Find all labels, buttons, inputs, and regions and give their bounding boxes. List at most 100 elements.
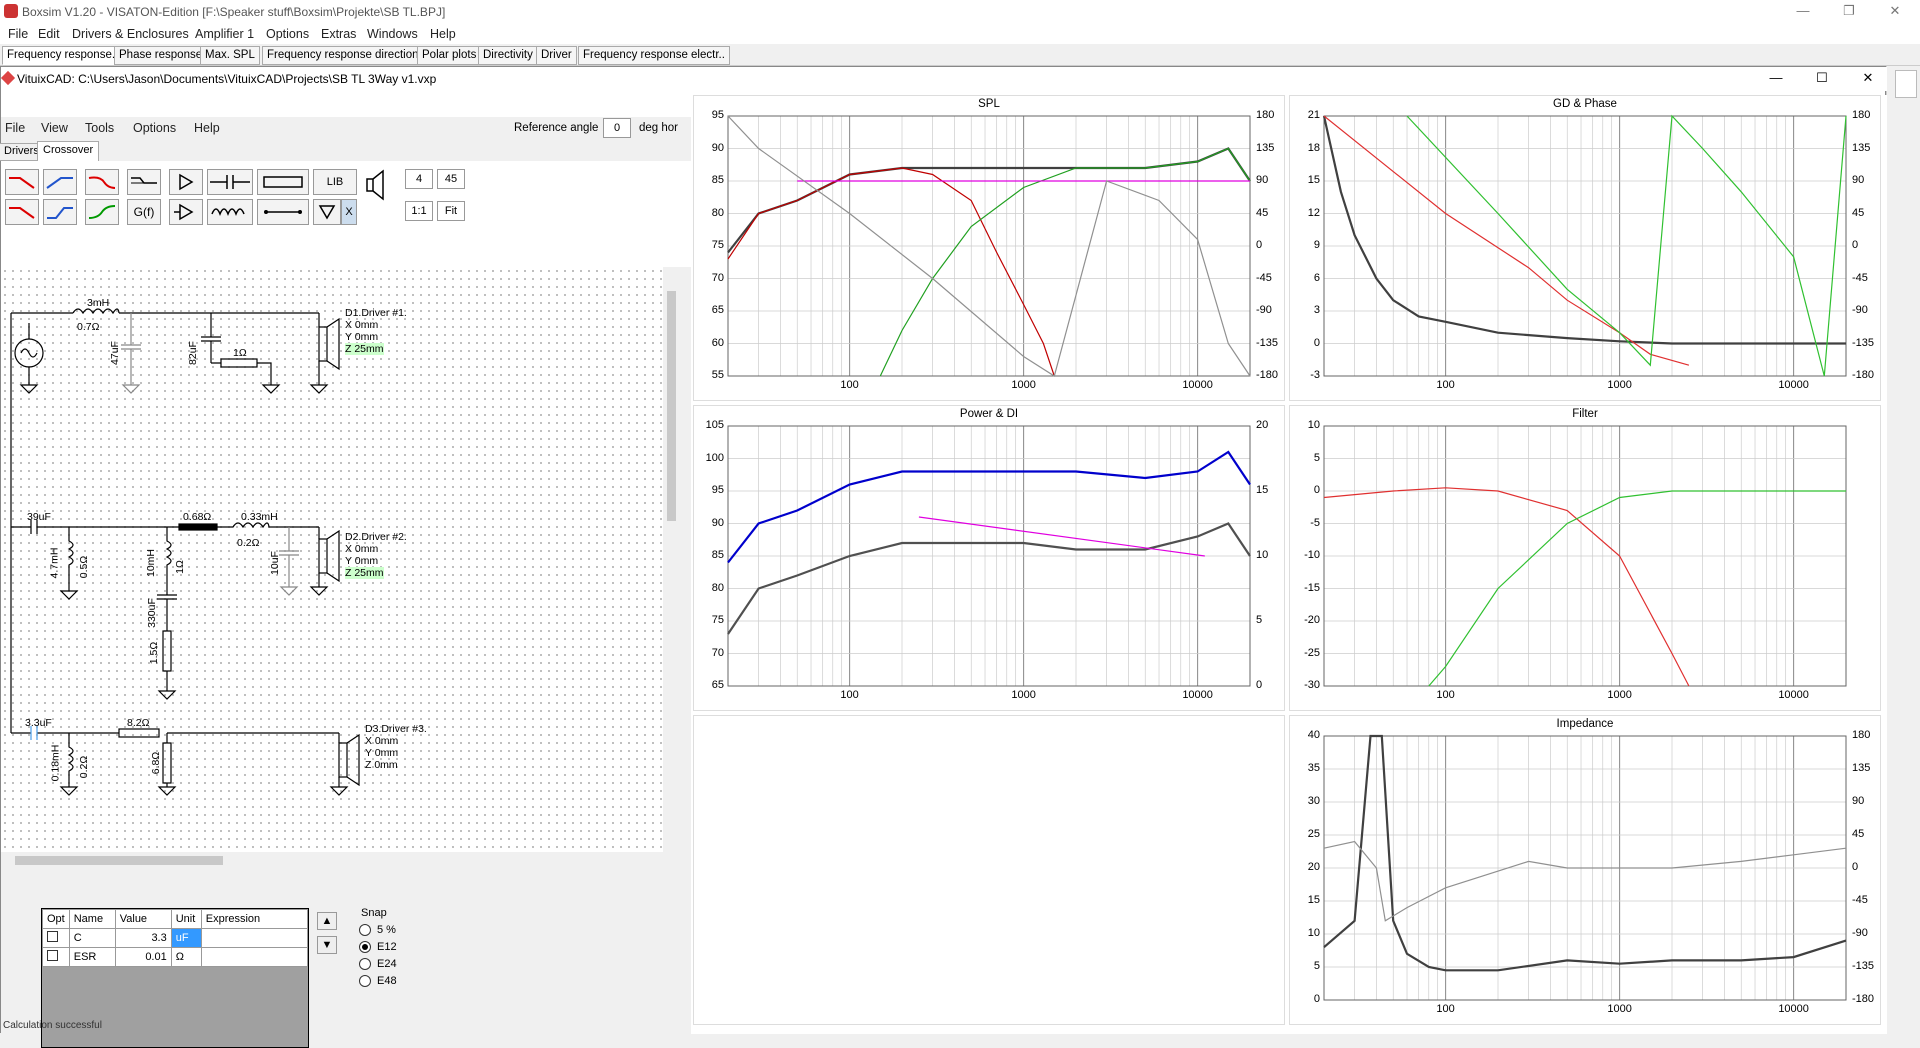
label-c3[interactable]: 39uF bbox=[27, 511, 51, 523]
vx-menu-options[interactable]: Options bbox=[133, 121, 176, 135]
driver-3-label[interactable]: D3.Driver #3. X 0mm Y 0mm Z 0mm bbox=[365, 723, 427, 771]
label-r5[interactable]: 0.5Ω bbox=[78, 556, 90, 578]
spl-chart[interactable]: SPL 100 1000 10000 95 90 85 80 75 70 65 60 55 180 135 9… bbox=[693, 95, 1285, 401]
schematic-vertical-scrollbar[interactable] bbox=[663, 267, 679, 852]
label-c6[interactable]: 3.3uF bbox=[25, 717, 52, 729]
wire-icon[interactable] bbox=[257, 199, 309, 225]
lowpass-red-2-icon[interactable] bbox=[5, 199, 39, 225]
menu-help[interactable]: Help bbox=[430, 27, 456, 41]
menu-drivers-enclosures[interactable]: Drivers & Enclosures bbox=[72, 27, 189, 41]
ground-icon[interactable] bbox=[313, 199, 341, 225]
param-expression[interactable] bbox=[200, 928, 309, 948]
opt-checkbox[interactable] bbox=[42, 928, 70, 948]
label-c4[interactable]: 10uF bbox=[269, 551, 281, 575]
label-r3[interactable]: 0.68Ω bbox=[183, 511, 211, 523]
tab-directivity[interactable]: Directivity bbox=[478, 46, 538, 65]
arrow-up-icon[interactable]: ▲ bbox=[317, 912, 337, 930]
vx-menu-tools[interactable]: Tools bbox=[85, 121, 114, 135]
tab-phase-response[interactable]: Phase response bbox=[114, 46, 208, 65]
resistor-icon[interactable] bbox=[257, 169, 309, 195]
driver-icon[interactable] bbox=[363, 167, 389, 203]
gd-phase-chart[interactable]: GD & Phase 100 1000 10000 21 18 15 12 9 6 3 0 -3 180 1… bbox=[1289, 95, 1881, 401]
label-r2[interactable]: 1Ω bbox=[233, 347, 247, 359]
menu-windows[interactable]: Windows bbox=[367, 27, 418, 41]
radio-icon[interactable] bbox=[359, 924, 371, 936]
library-button[interactable]: LIB bbox=[313, 169, 357, 195]
tab-frequency-response-electr[interactable]: Frequency response electr.. bbox=[578, 46, 730, 65]
vx-menu-file[interactable]: File bbox=[5, 121, 25, 135]
schematic-horizontal-scrollbar[interactable] bbox=[1, 852, 663, 868]
param-unit[interactable]: Ω bbox=[170, 947, 202, 967]
label-l5[interactable]: 0.18mH bbox=[49, 745, 61, 782]
label-l2[interactable]: 4.7mH bbox=[48, 548, 60, 579]
label-r8[interactable]: 8.2Ω bbox=[127, 717, 149, 729]
label-l4[interactable]: 10mH bbox=[145, 549, 157, 577]
menu-file[interactable]: File bbox=[8, 27, 28, 41]
snap-option[interactable]: E12 bbox=[359, 941, 437, 953]
label-c1[interactable]: 47uF bbox=[109, 341, 121, 365]
label-r6[interactable]: 1Ω bbox=[174, 560, 186, 574]
vx-menu-help[interactable]: Help bbox=[194, 121, 220, 135]
highpass-blue-icon[interactable] bbox=[43, 169, 77, 195]
label-l3[interactable]: 0.33mH bbox=[241, 511, 278, 523]
lowpass-curve-icon[interactable] bbox=[85, 169, 119, 195]
driver-2-label[interactable]: D2.Driver #2. X 0mm Y 0mm Z 25mm bbox=[345, 531, 407, 579]
filter-chart[interactable]: Filter 100 1000 10000 10 5 0 -5 -10 -15 -20 -25 -30 bbox=[1289, 405, 1881, 711]
param-value[interactable]: 0.01 bbox=[114, 947, 172, 967]
impedance-chart[interactable]: Impedance 100 1000 10000 40 35 30 25 20 15 10 5 0 180… bbox=[1289, 715, 1881, 1025]
param-expression[interactable] bbox=[200, 947, 309, 967]
radio-icon[interactable] bbox=[359, 975, 371, 987]
power-di-chart[interactable]: Power & DI 100 1000 10000 105 100 95 90 85 80 75 70… bbox=[693, 405, 1285, 711]
zoom-fit-button[interactable]: Fit bbox=[437, 201, 465, 221]
num-input-45[interactable]: 45 bbox=[437, 169, 465, 189]
highpass-blue-2-icon[interactable] bbox=[43, 199, 77, 225]
vx-minimize-icon[interactable]: — bbox=[1753, 67, 1799, 91]
arrow-down-icon[interactable]: ▼ bbox=[317, 936, 337, 954]
horizontal-scroll-thumb[interactable] bbox=[15, 856, 223, 865]
menu-options[interactable]: Options bbox=[266, 27, 309, 41]
tab-driver[interactable]: Driver bbox=[536, 46, 577, 65]
vertical-scroll-thumb[interactable] bbox=[667, 291, 676, 521]
snap-option[interactable]: E24 bbox=[359, 958, 437, 970]
tab-max-spl[interactable]: Max. SPL bbox=[200, 46, 260, 65]
menu-edit[interactable]: Edit bbox=[38, 27, 60, 41]
num-input-4[interactable]: 4 bbox=[405, 169, 433, 189]
reference-angle-input[interactable]: 0 bbox=[603, 118, 631, 138]
zoom-1-1-button[interactable]: 1:1 bbox=[405, 201, 433, 221]
delete-x-button[interactable]: X bbox=[341, 199, 357, 225]
label-r4[interactable]: 0.2Ω bbox=[237, 537, 259, 549]
tab-frequency-response-directions[interactable]: Frequency response directions bbox=[262, 46, 430, 65]
param-unit[interactable]: uF bbox=[170, 928, 202, 948]
snap-option[interactable]: 5 % bbox=[359, 924, 437, 936]
restore-icon[interactable]: ❐ bbox=[1826, 0, 1872, 24]
vx-menu-view[interactable]: View bbox=[41, 121, 68, 135]
menu-extras[interactable]: Extras bbox=[321, 27, 356, 41]
param-row[interactable]: ESR 0.01 Ω bbox=[42, 947, 309, 967]
tab-crossover[interactable]: Crossover bbox=[37, 141, 100, 161]
menu-amplifier[interactable]: Amplifier 1 bbox=[195, 27, 254, 41]
label-r9[interactable]: 0.2Ω bbox=[78, 756, 90, 778]
close-icon[interactable]: ✕ bbox=[1872, 0, 1918, 24]
label-c2[interactable]: 82uF bbox=[187, 341, 199, 365]
label-r1[interactable]: 0.7Ω bbox=[77, 321, 99, 333]
tab-polar-plots[interactable]: Polar plots bbox=[417, 46, 482, 65]
lowpass-red-icon[interactable] bbox=[5, 169, 39, 195]
transfer-function-button[interactable]: G(f) bbox=[127, 199, 161, 225]
param-row[interactable]: C 3.3 uF bbox=[42, 928, 309, 948]
opt-checkbox[interactable] bbox=[42, 947, 70, 967]
label-c5[interactable]: 330uF bbox=[146, 598, 158, 628]
tab-frequency-response[interactable]: Frequency response. bbox=[2, 46, 121, 65]
minimize-icon[interactable]: — bbox=[1780, 0, 1826, 24]
notch-icon[interactable] bbox=[127, 169, 161, 195]
buffer-icon[interactable] bbox=[169, 169, 203, 195]
crossover-schematic[interactable]: 3mH 0.7Ω 47uF 82uF 1Ω 39uF 0.68Ω 0.33mH … bbox=[1, 267, 679, 852]
vx-maximize-icon[interactable]: ☐ bbox=[1799, 67, 1845, 91]
amplifier-icon[interactable] bbox=[169, 199, 203, 225]
capacitor-icon[interactable] bbox=[207, 169, 253, 195]
driver-1-label[interactable]: D1.Driver #1. X 0mm Y 0mm Z 25mm bbox=[345, 307, 407, 355]
radio-icon[interactable] bbox=[359, 958, 371, 970]
label-r10[interactable]: 6.8Ω bbox=[150, 752, 162, 774]
snap-option[interactable]: E48 bbox=[359, 975, 437, 987]
highpass-green-icon[interactable] bbox=[85, 199, 119, 225]
vx-close-icon[interactable]: ✕ bbox=[1845, 67, 1891, 91]
